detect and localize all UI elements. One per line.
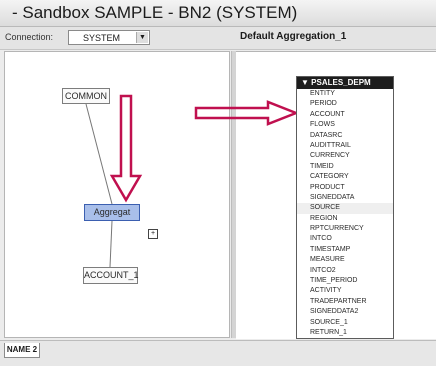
connector-line — [109, 220, 113, 268]
list-item[interactable]: SIGNEDDATA2 — [297, 307, 393, 317]
list-item[interactable]: DATASRC — [297, 131, 393, 141]
list-item[interactable]: TIME_PERIOD — [297, 276, 393, 286]
list-item[interactable]: INTCO — [297, 234, 393, 244]
list-item[interactable]: PRODUCT — [297, 183, 393, 193]
list-item[interactable]: SOURCE_1 — [297, 318, 393, 328]
list-item[interactable]: ENTITY — [297, 89, 393, 99]
list-item[interactable]: PERIOD — [297, 99, 393, 109]
list-item[interactable]: FLOWS — [297, 120, 393, 130]
list-item[interactable]: TRADEPARTNER — [297, 297, 393, 307]
list-item[interactable]: SIGNEDDATA — [297, 193, 393, 203]
column-items: ENTITY PERIOD ACCOUNT FLOWS DATASRC AUDI… — [297, 89, 393, 338]
list-item[interactable]: MEASURE — [297, 255, 393, 265]
list-item[interactable]: ACCOUNT — [297, 110, 393, 120]
list-item[interactable]: REGION — [297, 214, 393, 224]
list-item[interactable]: CATEGORY — [297, 172, 393, 182]
column-list-header[interactable]: ▼ PSALES_DEPM — [297, 77, 393, 89]
list-item[interactable]: SOURCE — [297, 203, 393, 214]
column-list-title: PSALES_DEPM — [311, 78, 371, 87]
down-arrow-icon — [109, 94, 143, 203]
tab-name-2[interactable]: NAME 2 — [4, 343, 40, 358]
list-item[interactable]: ACTIVITY — [297, 286, 393, 296]
status-bar — [0, 340, 436, 366]
list-item[interactable]: RPTCURRENCY — [297, 224, 393, 234]
list-item[interactable]: RETURN_1 — [297, 328, 393, 338]
connector-line — [85, 103, 113, 205]
list-item[interactable]: AUDITTRAIL — [297, 141, 393, 151]
right-arrow-icon — [194, 100, 300, 126]
column-list[interactable]: ▼ PSALES_DEPM ENTITY PERIOD ACCOUNT FLOW… — [296, 76, 394, 339]
list-item[interactable]: CURRENCY — [297, 151, 393, 161]
list-item[interactable]: TIMESTAMP — [297, 245, 393, 255]
list-item[interactable]: INTCO2 — [297, 266, 393, 276]
list-item[interactable]: TIMEID — [297, 162, 393, 172]
